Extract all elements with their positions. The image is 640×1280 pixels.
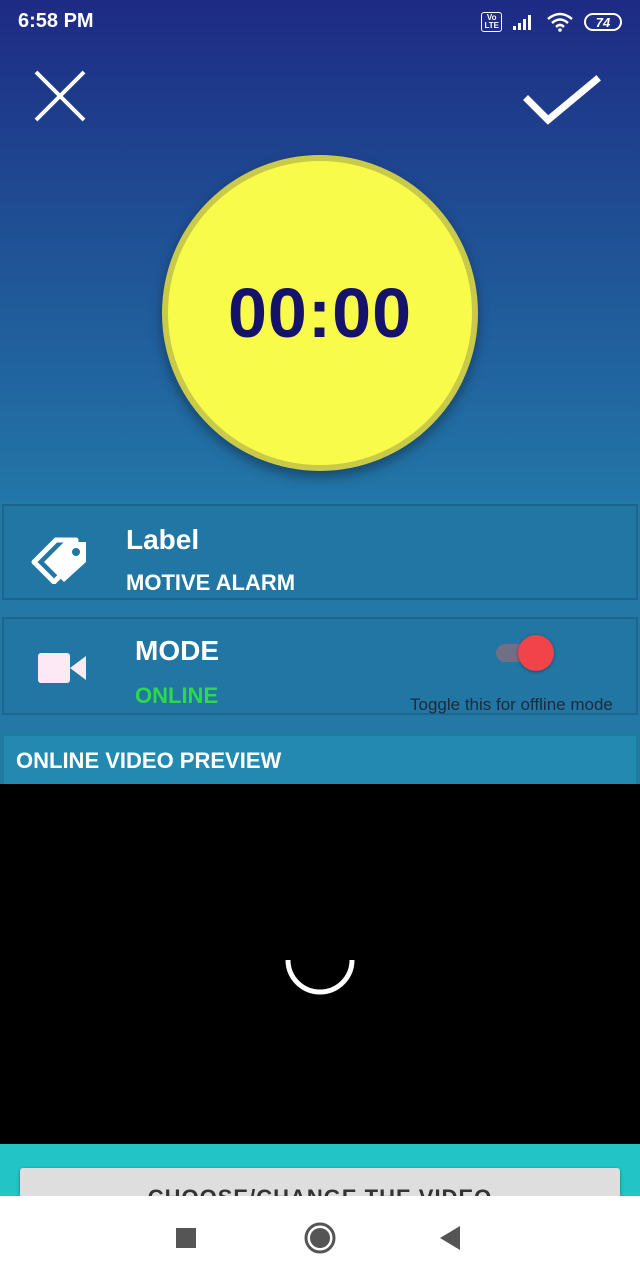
status-icons: Vo LTE 74 — [481, 10, 622, 34]
status-time: 6:58 PM — [18, 10, 94, 32]
label-card[interactable]: Label MOTIVE ALARM — [2, 504, 638, 600]
bottom-panel: CHOOSE/CHANGE THE VIDEO — [0, 1144, 640, 1196]
toggle-hint: Toggle this for offline mode — [410, 695, 613, 714]
recents-square-icon — [176, 1228, 196, 1248]
volte-icon: Vo LTE — [481, 12, 502, 32]
mode-value: ONLINE — [135, 683, 219, 708]
video-camera-icon — [38, 653, 86, 683]
loading-spinner-icon — [285, 959, 355, 995]
check-icon — [523, 75, 601, 125]
preview-title: ONLINE VIDEO PREVIEW — [16, 748, 282, 773]
battery-icon: 74 — [584, 13, 622, 31]
close-icon — [34, 70, 86, 122]
battery-level: 74 — [595, 14, 611, 30]
label-title: Label — [126, 524, 200, 555]
signal-icon — [513, 15, 531, 30]
home-button[interactable] — [300, 1218, 340, 1258]
preview-header: ONLINE VIDEO PREVIEW — [2, 734, 638, 786]
tag-icon — [31, 537, 86, 584]
home-circle-icon — [304, 1222, 336, 1254]
toggle-thumb — [518, 635, 554, 671]
recents-button[interactable] — [166, 1218, 206, 1258]
label-value: MOTIVE ALARM — [126, 570, 296, 595]
timer-circle[interactable]: 00:00 — [162, 155, 478, 471]
offline-mode-toggle[interactable] — [494, 635, 556, 671]
wifi-icon — [547, 12, 573, 32]
mode-title: MODE — [135, 635, 219, 666]
timer-display: 00:00 — [227, 274, 413, 352]
mode-card: MODE ONLINE Toggle this for offline mode — [2, 617, 638, 715]
confirm-button[interactable] — [520, 70, 604, 134]
choose-video-button[interactable]: CHOOSE/CHANGE THE VIDEO — [20, 1168, 620, 1196]
close-button[interactable] — [28, 64, 92, 128]
back-button[interactable] — [430, 1218, 470, 1258]
back-triangle-icon — [440, 1226, 460, 1250]
status-bar: 6:58 PM Vo LTE 74 — [0, 0, 640, 44]
navigation-bar — [0, 1196, 640, 1280]
